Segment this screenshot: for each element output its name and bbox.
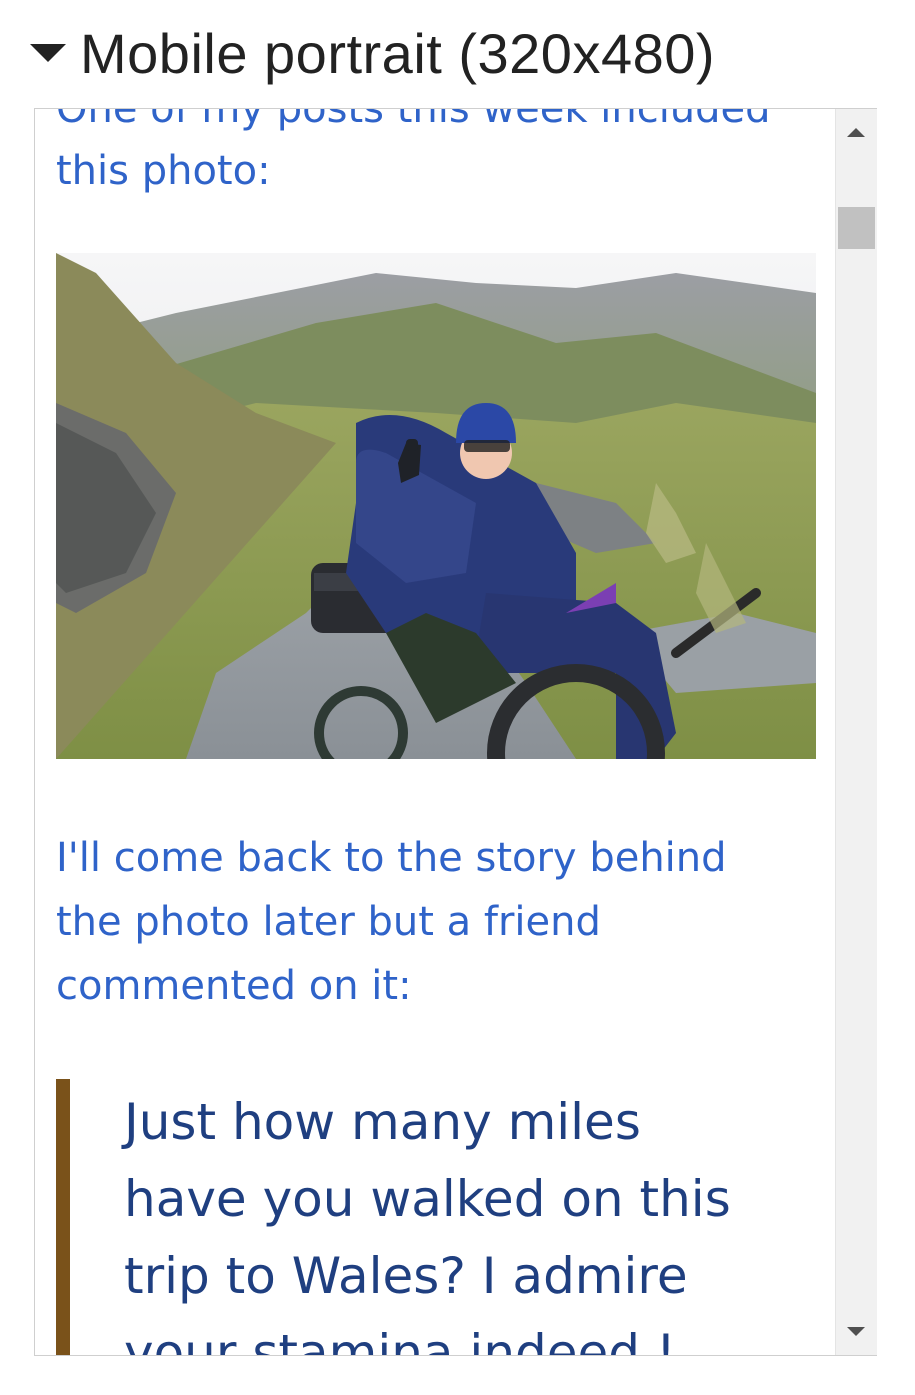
intro-text: this photo: xyxy=(56,148,271,194)
story-paragraph: I'll come back to the story behind the p… xyxy=(56,835,727,1009)
scroll-down-arrow-icon[interactable] xyxy=(847,1327,865,1336)
preview-frame[interactable]: One of my posts this week included this … xyxy=(34,108,877,1356)
preview-content: One of my posts this week included this … xyxy=(35,109,835,1355)
wheelchair-photo xyxy=(56,253,816,759)
vertical-scrollbar[interactable] xyxy=(835,109,877,1355)
section-toggle[interactable]: Mobile portrait (320x480) xyxy=(30,18,715,88)
caret-down-icon xyxy=(30,44,66,62)
blockquote-bar xyxy=(56,1079,70,1355)
scroll-thumb[interactable] xyxy=(838,207,875,249)
blockquote-text: Just how many miles have you walked on t… xyxy=(124,1093,731,1355)
scroll-up-arrow-icon[interactable] xyxy=(847,128,865,137)
partial-text-line: One of my posts this week included xyxy=(56,109,771,132)
section-title: Mobile portrait (320x480) xyxy=(80,21,716,85)
